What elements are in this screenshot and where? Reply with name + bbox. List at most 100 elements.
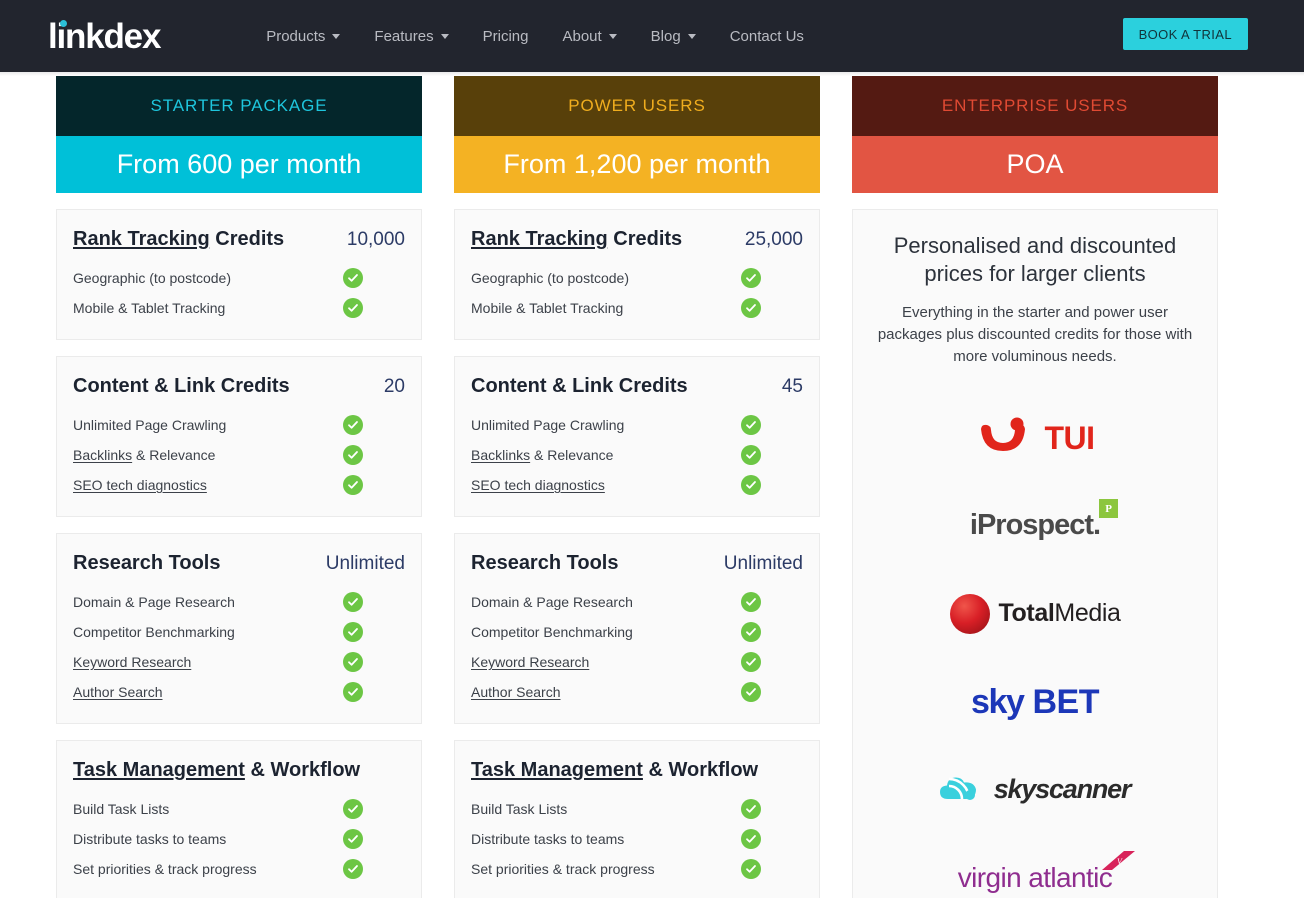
book-a-trial-button[interactable]: BOOK A TRIAL xyxy=(1122,18,1248,50)
brand-logo[interactable]: linkdex xyxy=(48,19,161,54)
feature-card-title-text: Credits xyxy=(607,228,683,250)
feature-row-label: Build Task Lists xyxy=(471,801,567,817)
feature-card-title-link[interactable]: Task Management xyxy=(73,759,245,781)
check-icon xyxy=(741,799,761,819)
feature-row-label[interactable]: Keyword Research xyxy=(73,654,191,670)
nav-item-pricing[interactable]: Pricing xyxy=(483,28,529,45)
feature-row-link[interactable]: Keyword Research xyxy=(73,654,191,670)
nav-item-blog[interactable]: Blog xyxy=(651,28,696,45)
feature-card-title-text: Research Tools xyxy=(73,552,221,574)
feature-row-label[interactable]: Author Search xyxy=(471,684,561,700)
feature-card-header: Research Tools Unlimited xyxy=(73,552,405,575)
top-navbar: linkdex Products Features Pricing About Blog… xyxy=(0,0,1304,72)
feature-card-header: Task Management & Workflow xyxy=(471,759,803,782)
feature-row: Build Task Lists xyxy=(73,794,405,824)
feature-card-title-link[interactable]: Rank Tracking xyxy=(73,228,210,250)
nav-item-products[interactable]: Products xyxy=(266,27,341,45)
feature-card-header: Task Management & Workflow xyxy=(73,759,405,782)
feature-row-link[interactable]: Author Search xyxy=(73,684,163,700)
nav-item-label: Contact Us xyxy=(729,27,804,45)
totalmedia-media-text: Media xyxy=(1054,599,1121,628)
check-icon xyxy=(741,829,761,849)
feature-row-link[interactable]: Keyword Research xyxy=(471,654,589,670)
feature-row-text: Competitor Benchmarking xyxy=(73,624,235,640)
feature-card-header: Content & Link Credits 45 xyxy=(471,375,803,398)
feature-row-label[interactable]: Author Search xyxy=(73,684,163,700)
feature-card-title[interactable]: Task Management & Workflow xyxy=(471,759,758,782)
check-icon xyxy=(741,652,761,672)
nav-item-contact-us[interactable]: Contact Us xyxy=(730,28,804,45)
feature-card-value: 20 xyxy=(383,376,405,397)
feature-card-value: Unlimited xyxy=(325,553,405,574)
feature-row: Domain & Page Research xyxy=(73,587,405,617)
chevron-down-icon xyxy=(608,33,617,39)
nav-item-features[interactable]: Features xyxy=(374,28,449,45)
feature-card-title[interactable]: Task Management & Workflow xyxy=(73,759,360,782)
check-icon xyxy=(343,592,363,612)
feature-card-title-link[interactable]: Task Management xyxy=(471,759,643,781)
feature-card-value: 25,000 xyxy=(744,229,803,250)
check-icon xyxy=(343,682,363,702)
feature-row-text: Mobile & Tablet Tracking xyxy=(471,300,624,316)
feature-row-label: Unlimited Page Crawling xyxy=(471,417,624,433)
iprospect-square-icon: P xyxy=(1099,499,1119,519)
feature-row-label: Domain & Page Research xyxy=(73,594,235,610)
feature-card-title[interactable]: Rank Tracking Credits xyxy=(471,228,682,251)
skyscanner-cloud-icon xyxy=(939,777,976,800)
feature-row-text: Build Task Lists xyxy=(471,801,568,817)
nav-item-label: Blog xyxy=(650,27,681,45)
feature-row-link[interactable]: Backlinks xyxy=(471,447,530,463)
feature-row-label[interactable]: Keyword Research xyxy=(471,654,589,670)
tui-wordmark: TUI xyxy=(1044,419,1095,456)
iprospect-wordmark: iProspect. xyxy=(969,509,1101,542)
feature-row-label: Competitor Benchmarking xyxy=(471,624,633,640)
feature-card-title[interactable]: Rank Tracking Credits xyxy=(73,228,284,251)
feature-row-link[interactable]: SEO tech diagnostics xyxy=(73,477,207,493)
feature-row-text: Domain & Page Research xyxy=(471,594,633,610)
totalmedia-total-text: Total xyxy=(998,599,1055,628)
pricing-grid: STARTER PACKAGE From 600 per month Rank … xyxy=(0,76,1304,898)
feature-card-title-text: Research Tools xyxy=(471,552,619,574)
check-icon xyxy=(741,682,761,702)
feature-card: Task Management & Workflow Build Task Lis… xyxy=(454,740,820,898)
feature-card-title-text: & Workflow xyxy=(642,759,759,781)
feature-card: Research Tools Unlimited Domain & Page Res… xyxy=(56,533,422,724)
virginatlantic-tailfin-icon: V xyxy=(1102,850,1136,879)
feature-row-label[interactable]: SEO tech diagnostics xyxy=(471,477,605,493)
feature-row-label: Unlimited Page Crawling xyxy=(73,417,226,433)
feature-row-label[interactable]: Backlinks & Relevance xyxy=(471,447,613,463)
feature-row-text: Unlimited Page Crawling xyxy=(471,417,625,433)
feature-row-label: Mobile & Tablet Tracking xyxy=(73,300,225,316)
feature-row-text: Distribute tasks to teams xyxy=(73,831,227,847)
plan-price-enterprise: POA xyxy=(852,136,1218,193)
feature-card-value: Unlimited xyxy=(723,553,803,574)
chevron-down-icon xyxy=(440,33,449,39)
nav-item-about[interactable]: About xyxy=(562,28,617,45)
nav-item-label: Pricing xyxy=(482,27,529,45)
feature-row-label: Geographic (to postcode) xyxy=(471,270,629,286)
check-icon xyxy=(343,859,363,879)
skybet-bet-text: BET xyxy=(1023,682,1099,721)
feature-card: Task Management & Workflow Build Task Lis… xyxy=(56,740,422,898)
feature-row-link[interactable]: SEO tech diagnostics xyxy=(471,477,605,493)
feature-row: Distribute tasks to teams xyxy=(73,824,405,854)
feature-card-title-link[interactable]: Rank Tracking xyxy=(471,228,608,250)
plan-price-starter: From 600 per month xyxy=(56,136,422,193)
feature-row-text: Distribute tasks to teams xyxy=(471,831,625,847)
feature-row-link[interactable]: Author Search xyxy=(471,684,561,700)
feature-row-label[interactable]: Backlinks & Relevance xyxy=(73,447,215,463)
feature-row-link[interactable]: Backlinks xyxy=(73,447,132,463)
feature-card-title-text: Content & Link Credits xyxy=(73,375,290,397)
feature-card-title-text: & Workflow xyxy=(244,759,361,781)
feature-card-title: Research Tools xyxy=(73,552,220,575)
feature-row: Unlimited Page Crawling xyxy=(73,410,405,440)
nav-item-label: Products xyxy=(266,27,326,45)
tui-smile-icon xyxy=(981,417,1026,451)
client-logo-list: TUI iProspect. P TotalMedia sky BET skyscanne… xyxy=(877,394,1193,898)
virginatlantic-logo: virgin atlantic V xyxy=(877,834,1193,898)
feature-row-label[interactable]: SEO tech diagnostics xyxy=(73,477,207,493)
check-icon xyxy=(343,475,363,495)
feature-row: Competitor Benchmarking xyxy=(73,617,405,647)
feature-row-label: Set priorities & track progress xyxy=(73,861,257,877)
skyscanner-wordmark: skyscanner xyxy=(993,774,1132,805)
